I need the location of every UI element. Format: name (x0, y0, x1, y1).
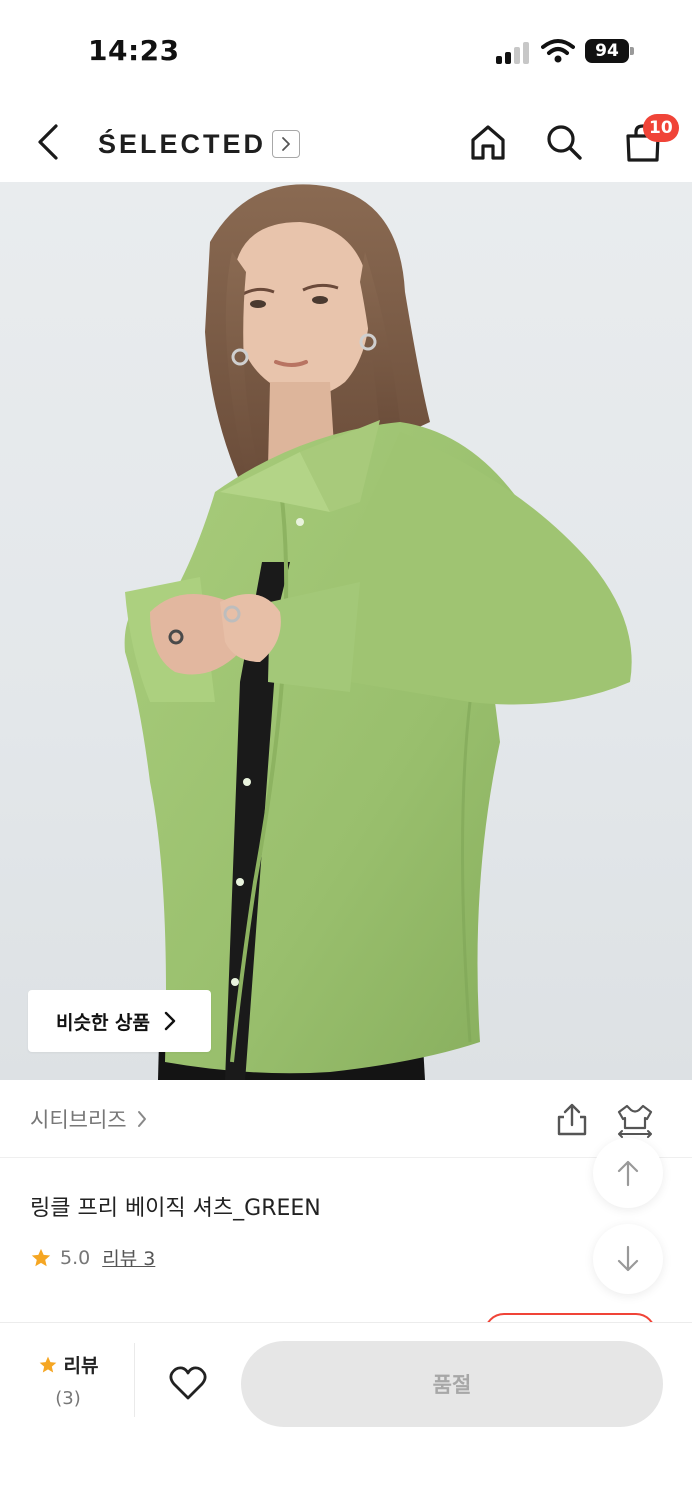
search-button[interactable] (542, 120, 586, 164)
store-name: 시티브리즈 (30, 1108, 127, 1132)
chevron-right-icon (137, 1111, 146, 1127)
arrow-down-icon (617, 1245, 639, 1272)
rating-row: 5.0 리뷰 3 (30, 1244, 155, 1271)
cellular-signal-icon (496, 42, 532, 64)
chevron-right-icon (164, 1011, 176, 1031)
scroll-top-button[interactable] (593, 1138, 663, 1208)
divider (134, 1343, 135, 1417)
product-image[interactable] (0, 182, 692, 1080)
chevron-right-icon (272, 130, 301, 158)
bottom-review-label: 리뷰 (63, 1355, 99, 1377)
app-header: ŚELECTED (0, 100, 692, 182)
back-button[interactable] (28, 120, 68, 164)
review-link[interactable]: 리뷰 3 (102, 1244, 155, 1271)
scroll-bottom-button[interactable] (593, 1224, 663, 1294)
search-icon (547, 125, 582, 160)
store-link[interactable]: 시티브리즈 (30, 1104, 147, 1134)
arrow-up-icon (617, 1160, 639, 1187)
store-row: 시티브리즈 (0, 1080, 692, 1158)
wishlist-button[interactable] (166, 1361, 210, 1405)
share-icon (557, 1103, 587, 1136)
shirt-size-icon (617, 1104, 653, 1138)
wifi-icon (541, 38, 575, 64)
similar-products-button[interactable]: 비슷한 상품 (28, 990, 211, 1052)
brand-name: ŚELECTED (98, 128, 267, 159)
bottom-review-count: (3) (55, 1388, 81, 1409)
cart-count-badge: 10 (643, 114, 679, 142)
bottom-review-button[interactable]: 리뷰 (3) (28, 1351, 108, 1409)
rating-value: 5.0 (60, 1246, 91, 1269)
home-button[interactable] (466, 120, 510, 164)
share-button[interactable] (552, 1100, 592, 1140)
battery-level: 94 (585, 39, 629, 63)
home-icon (471, 125, 505, 160)
status-bar: 14:23 94 (0, 0, 692, 100)
brand-link[interactable]: ŚELECTED (98, 124, 301, 164)
status-time: 14:23 (88, 34, 180, 67)
size-guide-button[interactable] (614, 1100, 656, 1140)
product-photo-illustration (124, 184, 632, 1080)
battery-icon: 94 (585, 39, 635, 63)
soldout-button[interactable]: 품절 (241, 1341, 663, 1427)
star-icon (31, 1248, 51, 1266)
star-icon (39, 1356, 56, 1372)
product-title: 링클 프리 베이직 셔츠_GREEN (30, 1196, 321, 1221)
heart-icon (169, 1366, 207, 1400)
back-icon (38, 124, 58, 160)
similar-products-label: 비슷한 상품 (56, 1011, 151, 1034)
bottom-action-bar: 리뷰 (3) 품절 (0, 1322, 692, 1500)
